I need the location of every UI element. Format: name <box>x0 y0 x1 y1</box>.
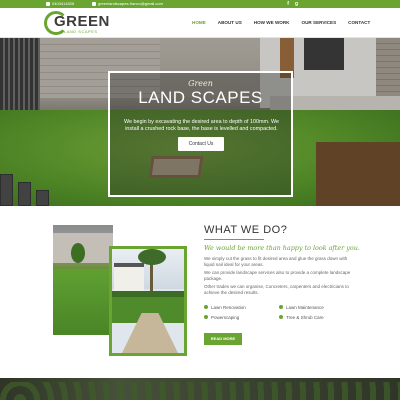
nav-item-our-services[interactable]: OUR SERVICES <box>296 16 343 30</box>
paragraph-1: We simply cut the grass to fit desired a… <box>204 256 348 267</box>
service-label: Lawn Maintenance <box>286 304 324 310</box>
photo2-fronds <box>138 249 166 265</box>
contact-us-button[interactable]: Contact Us <box>178 137 224 151</box>
services-list: Lawn Renovation Lawn Maintenance Powersc… <box>204 304 354 320</box>
service-item: Powerscaping <box>204 314 279 320</box>
phone-icon <box>46 1 50 6</box>
check-icon <box>204 315 208 319</box>
photo1-shrub <box>71 243 85 263</box>
service-label: Lawn Renovation <box>211 304 246 310</box>
main-nav: HOME ABOUT US HOW WE WORK OUR SERVICES C… <box>186 16 376 38</box>
service-label: Powerscaping <box>211 314 240 320</box>
nav-item-how-we-work[interactable]: HOW WE WORK <box>248 16 296 30</box>
site-header: GREEN LAND SCAPES HOME ABOUT US HOW WE W… <box>0 8 400 38</box>
social-links: f g <box>287 1 298 7</box>
service-label: Tree & Shrub Care <box>286 314 324 320</box>
tree-silhouettes <box>0 382 400 400</box>
hero-caption-box: Green LAND SCAPES We begin by excavating… <box>108 71 293 197</box>
section-tagline: We would be more than happy to look afte… <box>204 244 360 252</box>
logo-subtitle: LAND SCAPES <box>64 29 98 34</box>
phone-contact[interactable]: 0403414526 <box>46 1 74 6</box>
photo1-lawn <box>53 269 113 335</box>
nav-item-home[interactable]: HOME <box>186 16 212 30</box>
read-more-button[interactable]: READ MORE <box>204 333 242 345</box>
email-icon <box>92 1 96 6</box>
hero-slider: Green LAND SCAPES We begin by excavating… <box>0 38 400 206</box>
footer-image-band <box>0 378 400 400</box>
phone-number[interactable]: 0403414526 <box>52 1 74 6</box>
photo2-house <box>114 263 144 293</box>
hero-title: LAND SCAPES <box>138 88 263 107</box>
nav-item-about-us[interactable]: ABOUT US <box>212 16 248 30</box>
hero-script-title: Green <box>188 79 213 88</box>
paragraph-2: We can provide landscape services also t… <box>204 270 351 281</box>
check-icon <box>279 315 283 319</box>
top-contact-bar: 0403414526 greenlandscapes.franco@gmail.… <box>0 0 400 8</box>
facebook-icon[interactable]: f <box>287 1 289 7</box>
google-plus-icon[interactable]: g <box>295 1 298 7</box>
logo-word: GREEN <box>54 13 110 30</box>
paragraph-3: Other trades we can organise, Concreters… <box>204 284 349 295</box>
garden-photo-2 <box>109 246 187 356</box>
heading-divider <box>204 239 264 240</box>
service-item: Tree & Shrub Care <box>279 314 354 320</box>
site-logo[interactable]: GREEN LAND SCAPES <box>44 10 109 36</box>
nav-item-contact[interactable]: CONTACT <box>342 16 376 30</box>
garden-photo-1 <box>53 225 113 335</box>
check-icon <box>204 305 208 309</box>
check-icon <box>279 305 283 309</box>
service-item: Lawn Maintenance <box>279 304 354 310</box>
service-item: Lawn Renovation <box>204 304 279 310</box>
hero-description: We begin by excavating the desired area … <box>123 119 280 132</box>
email-contact[interactable]: greenlandscapes.franco@gmail.com <box>92 1 163 6</box>
what-we-do-section: WHAT WE DO? We would be more than happy … <box>204 224 360 345</box>
section-heading: WHAT WE DO? <box>204 224 288 236</box>
email-address[interactable]: greenlandscapes.franco@gmail.com <box>98 1 163 6</box>
